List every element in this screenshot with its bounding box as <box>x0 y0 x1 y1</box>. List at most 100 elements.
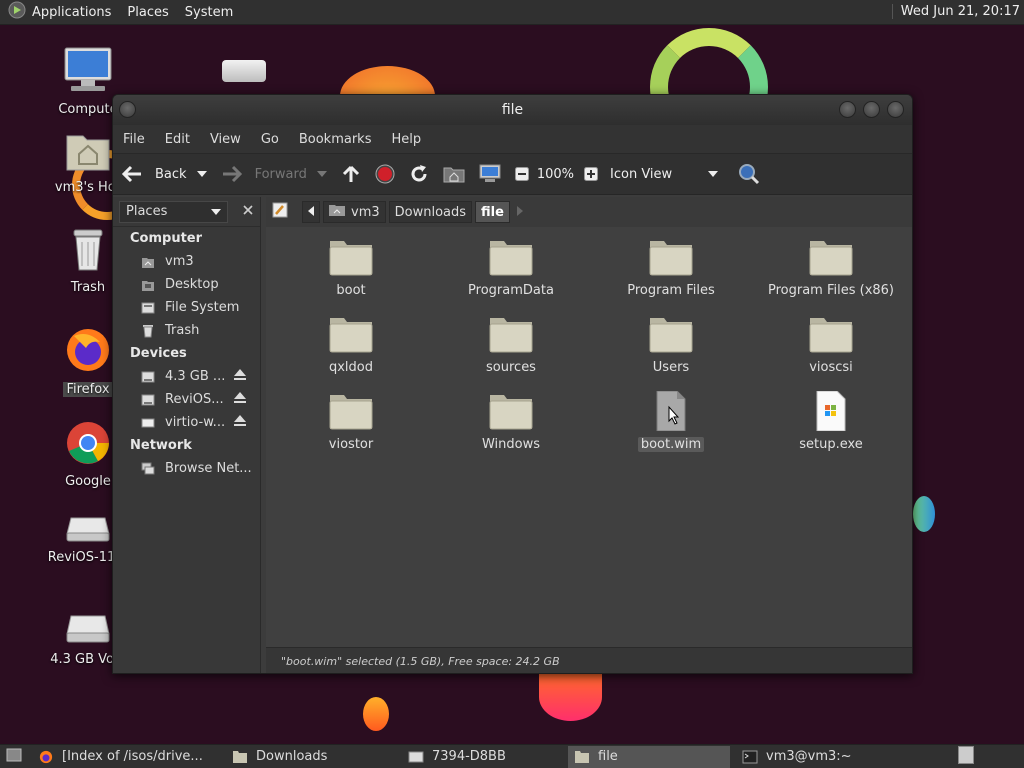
folder-item[interactable]: Program Files <box>596 237 746 298</box>
zoom-out-button[interactable] <box>514 167 529 181</box>
system-menu[interactable]: System <box>185 5 233 20</box>
folder-item[interactable]: sources <box>436 314 586 375</box>
view-mode-select[interactable]: Icon View <box>610 167 719 182</box>
forward-button[interactable]: Forward <box>221 165 307 183</box>
task-terminal[interactable]: vm3@vm3:~ <box>736 746 936 768</box>
edit-location-button[interactable] <box>272 202 288 222</box>
clock[interactable]: Wed Jun 21, 20:17 <box>891 4 1020 19</box>
sidebar-item-volume[interactable]: 4.3 GB ... <box>113 365 260 388</box>
wallpaper-small-blob <box>363 697 389 731</box>
menu-help[interactable]: Help <box>391 132 421 147</box>
maximize-button[interactable] <box>863 101 880 118</box>
folder-item[interactable]: ProgramData <box>436 237 586 298</box>
clock-text: Wed Jun 21, 20:17 <box>900 4 1020 19</box>
path-scroll-left-button[interactable] <box>302 201 320 223</box>
up-arrow-icon <box>341 164 361 184</box>
task-file[interactable]: file <box>568 745 730 768</box>
breadcrumb-downloads[interactable]: Downloads <box>388 201 473 223</box>
sidebar-item-filesystem[interactable]: File System <box>113 296 260 319</box>
file-name: qxldod <box>328 360 373 375</box>
sidebar-header: Places <box>113 197 260 227</box>
close-sidebar-icon[interactable] <box>242 204 254 220</box>
sidebar-item-vm3[interactable]: vm3 <box>113 250 260 273</box>
task-label: vm3@vm3:~ <box>766 749 852 764</box>
breadcrumb-vm3[interactable]: vm3 <box>323 201 386 223</box>
folder-item[interactable]: Users <box>596 314 746 375</box>
top-panel: Applications Places System Wed Jun 21, 2… <box>0 0 1024 25</box>
chevron-left-icon <box>308 205 314 220</box>
sidebar-section-network: Network <box>130 438 192 453</box>
sidebar-item-label: Trash <box>165 323 200 338</box>
folder-icon <box>808 314 854 354</box>
zoom-in-button[interactable] <box>584 167 599 181</box>
sidebar-item-revios[interactable]: ReviOS... <box>113 388 260 411</box>
task-firefox[interactable]: [Index of /isos/drive... <box>32 746 220 768</box>
search-button[interactable] <box>738 163 760 185</box>
folder-item[interactable]: qxldod <box>276 314 426 375</box>
minimize-button[interactable] <box>839 101 856 118</box>
folder-item[interactable]: viostor <box>276 391 426 452</box>
places-menu[interactable]: Places <box>127 5 168 20</box>
computer-icon <box>38 46 138 98</box>
menu-edit[interactable]: Edit <box>165 132 190 147</box>
eject-icon[interactable] <box>234 415 246 430</box>
computer-button[interactable] <box>479 164 501 184</box>
up-button[interactable] <box>341 164 361 184</box>
sidebar-item-desktop[interactable]: Desktop <box>113 273 260 296</box>
file-item-selected[interactable]: boot.wim <box>596 390 746 452</box>
workspace-switcher[interactable] <box>958 745 974 768</box>
eject-icon[interactable] <box>234 369 246 384</box>
desktop-icon-label: Compute <box>58 102 118 117</box>
sidebar-item-label: virtio-w... <box>165 415 226 430</box>
folder-icon <box>488 391 534 431</box>
task-label: [Index of /isos/drive... <box>62 749 203 764</box>
file-item[interactable]: setup.exe <box>756 390 906 452</box>
menu-go[interactable]: Go <box>261 132 279 147</box>
eject-icon[interactable] <box>234 392 246 407</box>
window-menu-button[interactable] <box>119 101 136 118</box>
file-name: viostor <box>328 437 374 452</box>
forward-history-dropdown[interactable] <box>316 171 327 177</box>
file-name: Program Files <box>627 283 715 298</box>
breadcrumb-label: file <box>481 204 504 220</box>
file-icon-view[interactable]: boot ProgramData Program Files Program F… <box>266 227 912 647</box>
sidebar-item-browse-network[interactable]: Browse Net... <box>113 457 260 480</box>
zoom-level[interactable]: 100% <box>537 167 574 182</box>
home-button[interactable] <box>443 165 465 183</box>
task-downloads[interactable]: Downloads <box>226 746 396 768</box>
window-title: file <box>501 102 524 118</box>
stop-button[interactable] <box>375 164 395 184</box>
back-button[interactable]: Back <box>121 165 187 183</box>
path-scroll-right-button[interactable] <box>516 205 523 220</box>
firefox-icon <box>38 750 54 764</box>
drive-icon <box>141 370 155 384</box>
applications-menu[interactable]: Applications <box>32 5 111 20</box>
menu-view[interactable]: View <box>210 132 241 147</box>
sidebar-section-computer: Computer <box>130 231 203 246</box>
folder-item[interactable]: Windows <box>436 391 586 452</box>
gnome-foot-icon[interactable] <box>8 1 26 23</box>
folder-item[interactable]: boot <box>276 237 426 298</box>
folder-item[interactable]: vioscsi <box>756 314 906 375</box>
folder-item[interactable]: Program Files (x86) <box>756 237 906 298</box>
show-desktop-button[interactable] <box>6 748 22 766</box>
sidebar-item-virtio[interactable]: virtio-w... <box>113 411 260 434</box>
breadcrumb-file[interactable]: file <box>475 201 510 223</box>
menu-bookmarks[interactable]: Bookmarks <box>299 132 372 147</box>
exe-icon <box>808 390 854 432</box>
folder-icon <box>488 237 534 277</box>
terminal-icon <box>742 750 758 764</box>
sidebar-item-label: vm3 <box>165 254 194 269</box>
back-label: Back <box>155 166 187 182</box>
chevron-down-icon <box>211 204 221 219</box>
sidebar-item-trash[interactable]: Trash <box>113 319 260 342</box>
sidebar-type-select[interactable]: Places <box>119 200 228 223</box>
menu-file[interactable]: File <box>123 132 145 147</box>
task-drive[interactable]: 7394-D8BB <box>402 746 562 768</box>
close-button[interactable] <box>887 101 904 118</box>
folder-icon <box>232 750 248 764</box>
back-history-dropdown[interactable] <box>196 171 207 177</box>
reload-button[interactable] <box>409 164 429 184</box>
file-name: boot <box>336 283 366 298</box>
window-titlebar[interactable]: file <box>113 95 912 125</box>
